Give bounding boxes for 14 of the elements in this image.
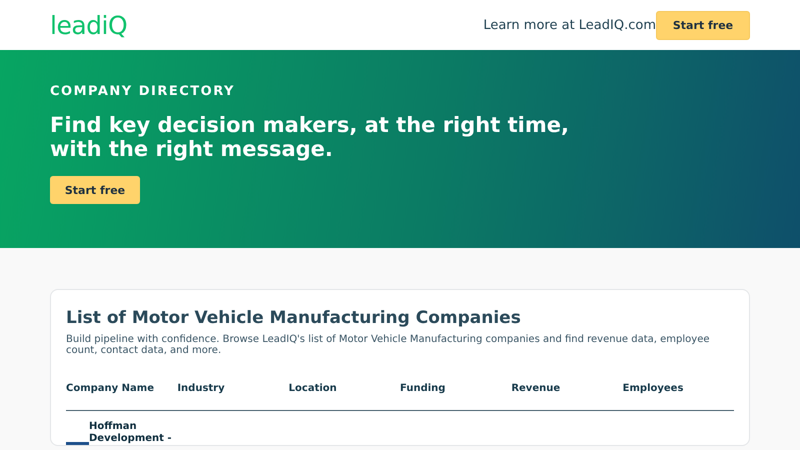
column-header: Industry	[177, 383, 226, 394]
section-eyebrow: COMPANY DIRECTORY	[50, 84, 236, 99]
column-header: Revenue	[511, 383, 562, 394]
start-free-button[interactable]: Start free	[50, 176, 140, 204]
column-header: Employees	[622, 383, 684, 394]
card-title: List of Motor Vehicle Manufacturing Companies	[66, 308, 522, 328]
column-header: Funding	[400, 383, 446, 394]
company-name[interactable]: Hoffman Development -	[89, 421, 179, 445]
column-header: Company Name	[66, 383, 155, 394]
column-header: Location	[288, 383, 338, 394]
learn-more-link[interactable]: Learn more at LeadIQ.com	[483, 18, 656, 32]
card-description: Build pipeline with confidence. Browse LeadIQ's list of Motor Vehicle Manufacturing companies and find revenue data, employee count, contact data, and more.	[66, 334, 710, 356]
hero-headline: Find key decision makers, at the right time, with the right message.	[50, 113, 570, 161]
start-free-button[interactable]: Start free	[656, 10, 750, 40]
